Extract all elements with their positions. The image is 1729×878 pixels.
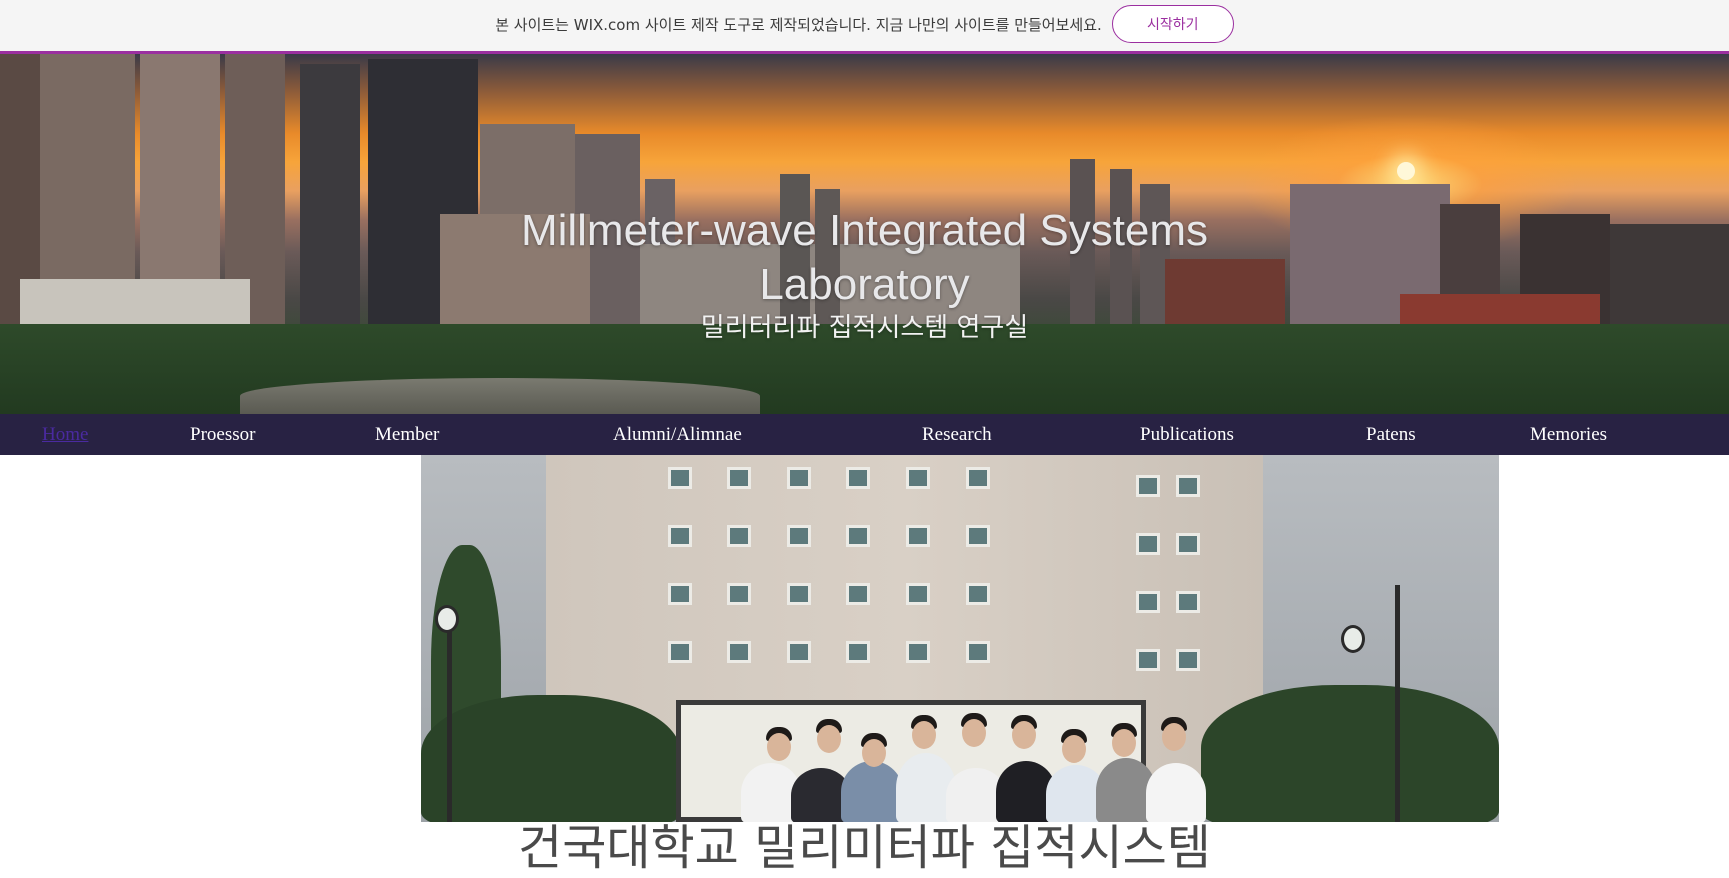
face <box>1062 735 1086 763</box>
window <box>668 467 692 489</box>
nav-item-memories[interactable]: Memories <box>1530 414 1607 455</box>
face <box>962 719 986 747</box>
window <box>787 641 811 663</box>
site-title-line1: Millmeter-wave Integrated Systems <box>520 206 1209 255</box>
group-photo <box>421 455 1499 822</box>
window <box>966 641 990 663</box>
street-lamp <box>1395 585 1400 822</box>
nav-item-member[interactable]: Member <box>375 414 439 455</box>
lamp-globe <box>1341 625 1365 653</box>
window <box>846 467 870 489</box>
window <box>668 641 692 663</box>
window <box>1176 533 1200 555</box>
wix-banner-message: 본 사이트는 WIX.com 사이트 제작 도구로 제작되었습니다. 지금 나만… <box>495 15 1102 34</box>
main-nav: Home Proessor Member Alumni/Alimnae Rese… <box>0 414 1729 455</box>
nav-item-home[interactable]: Home <box>42 414 88 455</box>
nav-item-alumni[interactable]: Alumni/Alimnae <box>613 414 742 455</box>
person <box>1146 763 1206 822</box>
window <box>906 467 930 489</box>
hero-banner: Millmeter-wave Integrated Systems Labora… <box>0 54 1729 414</box>
window <box>1136 475 1160 497</box>
face <box>817 725 841 753</box>
site-subtitle: 밀리터리파 집적시스템 연구실 <box>700 313 1029 343</box>
site-title: Millmeter-wave Integrated Systems Labora… <box>0 204 1729 312</box>
lake <box>240 378 760 414</box>
window <box>1136 591 1160 613</box>
face <box>767 733 791 761</box>
window <box>906 641 930 663</box>
window <box>1176 591 1200 613</box>
window <box>1136 649 1160 671</box>
window <box>727 641 751 663</box>
window <box>906 525 930 547</box>
window <box>787 467 811 489</box>
nav-item-publications[interactable]: Publications <box>1140 414 1234 455</box>
face <box>1112 729 1136 757</box>
face <box>1162 723 1186 751</box>
window <box>727 583 751 605</box>
window <box>668 525 692 547</box>
window <box>1136 533 1160 555</box>
window <box>966 525 990 547</box>
window <box>787 583 811 605</box>
window <box>727 467 751 489</box>
window <box>846 641 870 663</box>
start-button[interactable]: 시작하기 <box>1111 5 1234 43</box>
nav-item-research[interactable]: Research <box>922 414 992 455</box>
window <box>787 525 811 547</box>
window <box>1176 649 1200 671</box>
sun <box>1397 162 1415 180</box>
window <box>966 467 990 489</box>
street-lamp <box>447 625 452 822</box>
site-title-line2: Laboratory <box>759 260 970 309</box>
lamp-globe <box>435 605 459 633</box>
window <box>727 525 751 547</box>
nav-item-professor[interactable]: Proessor <box>190 414 255 455</box>
lab-heading: 건국대학교 밀리미터파 집적시스템 <box>518 820 1211 876</box>
window <box>846 583 870 605</box>
face <box>1012 721 1036 749</box>
window <box>966 583 990 605</box>
wix-banner: 본 사이트는 WIX.com 사이트 제작 도구로 제작되었습니다. 지금 나만… <box>0 0 1729 54</box>
tree <box>421 695 681 822</box>
face <box>862 739 886 767</box>
window <box>846 525 870 547</box>
window <box>1176 475 1200 497</box>
lab-members <box>721 713 1221 822</box>
face <box>912 721 936 749</box>
nav-item-patents[interactable]: Patens <box>1366 414 1416 455</box>
window <box>906 583 930 605</box>
window <box>668 583 692 605</box>
person <box>841 761 903 822</box>
tree <box>1201 685 1499 822</box>
